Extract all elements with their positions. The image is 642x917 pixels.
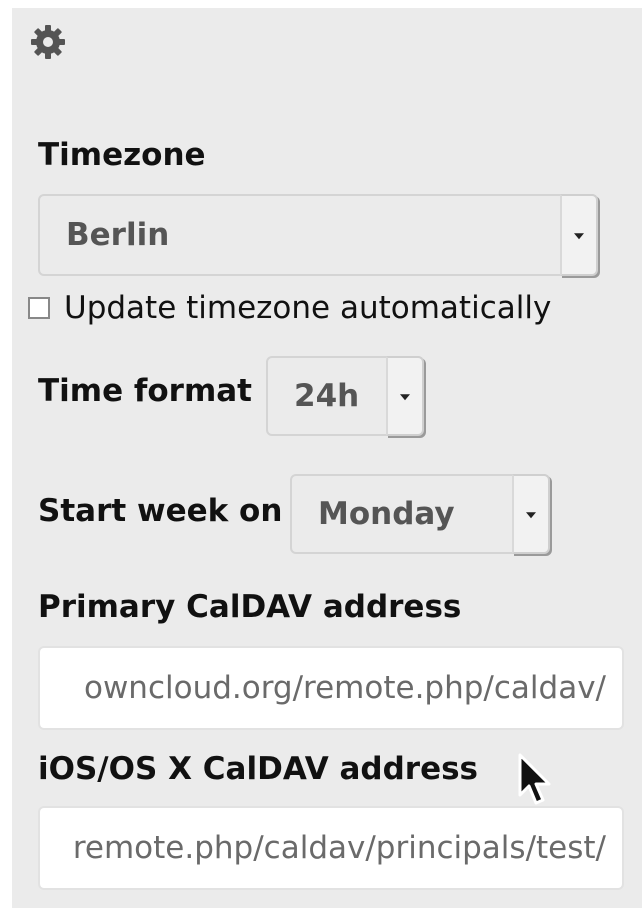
primary-caldav-value: owncloud.org/remote.php/caldav/: [83, 670, 606, 706]
auto-timezone-checkbox[interactable]: [28, 297, 50, 319]
time-format-select[interactable]: 24h: [266, 356, 424, 436]
time-format-dropdown-button[interactable]: [386, 356, 424, 436]
chevron-down-icon: [526, 512, 536, 519]
ios-caldav-value: remote.php/caldav/principals/test/: [72, 830, 606, 866]
start-week-dropdown-button[interactable]: [512, 474, 550, 554]
chevron-down-icon: [400, 394, 410, 401]
chevron-down-icon: [574, 233, 584, 240]
timezone-value: Berlin: [66, 217, 170, 253]
start-week-label: Start week on: [38, 493, 283, 529]
timezone-dropdown-button[interactable]: [560, 194, 598, 276]
auto-timezone-label: Update timezone automatically: [64, 290, 552, 326]
primary-caldav-field[interactable]: owncloud.org/remote.php/caldav/: [38, 646, 624, 730]
ios-caldav-field[interactable]: remote.php/caldav/principals/test/: [38, 806, 624, 890]
start-week-select[interactable]: Monday: [290, 474, 550, 554]
auto-timezone-toggle[interactable]: Update timezone automatically: [28, 288, 551, 328]
timezone-label: Timezone: [38, 137, 206, 173]
ios-caldav-label: iOS/OS X CalDAV address: [38, 751, 479, 787]
time-format-label: Time format: [38, 373, 253, 409]
timezone-select[interactable]: Berlin: [38, 194, 598, 276]
start-week-value: Monday: [318, 496, 455, 532]
gear-icon[interactable]: [28, 22, 68, 62]
primary-caldav-label: Primary CalDAV address: [38, 589, 462, 625]
time-format-value: 24h: [294, 378, 360, 414]
mouse-pointer-icon: [516, 752, 556, 806]
